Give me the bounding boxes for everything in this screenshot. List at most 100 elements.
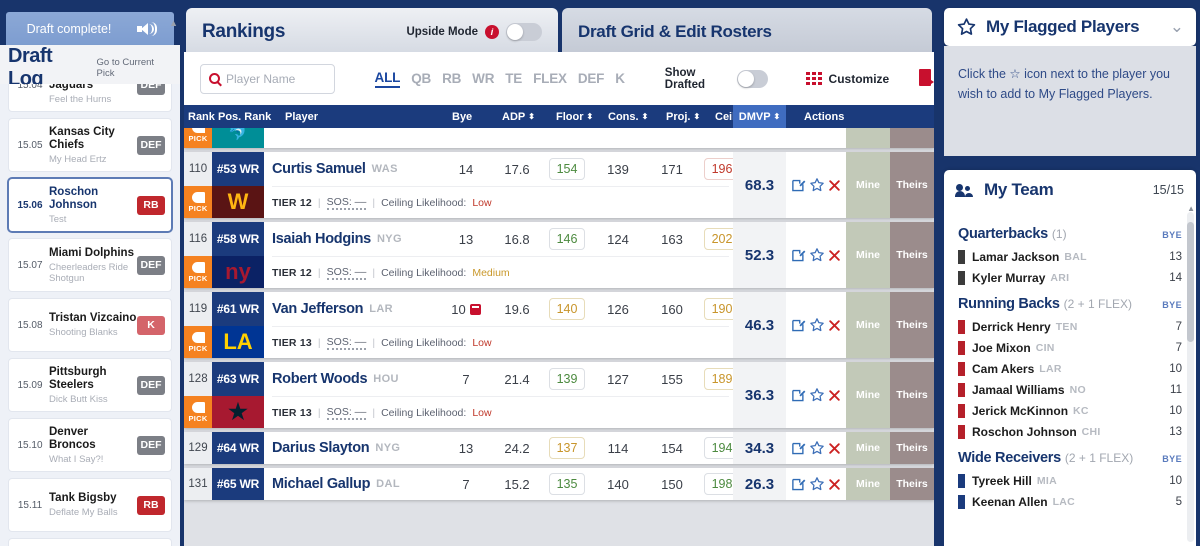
position-filter-rb[interactable]: RB [442,71,461,86]
column-header-floor[interactable]: Floor ⬍ [556,105,593,128]
edit-icon[interactable] [791,388,806,403]
roster-player-row[interactable]: Derrick Henry TEN 7 [958,316,1182,337]
show-drafted-toggle[interactable] [736,69,768,88]
remove-icon[interactable] [828,249,841,262]
theirs-button[interactable]: Theirs [890,432,934,464]
cell-player[interactable]: Robert Woods HOU [272,362,399,396]
pick-marker[interactable]: PICK [184,256,212,288]
theirs-button[interactable]: Theirs [890,292,934,358]
cell-player[interactable]: Van Jefferson LAR [272,292,393,326]
star-icon[interactable] [809,177,825,193]
position-filter-all[interactable]: ALL [374,70,400,88]
cell-player[interactable]: Darius Slayton NYG [272,432,400,464]
upside-mode-control[interactable]: Upside Mode i [406,23,542,41]
star-icon[interactable] [809,317,825,333]
star-icon[interactable] [809,476,825,492]
draft-log-pick[interactable]: 15.05 Kansas City Chiefs My Head Ertz DEF [8,118,172,172]
mine-button[interactable]: Mine [846,432,890,464]
player-name[interactable]: Robert Woods [272,371,368,387]
remove-icon[interactable] [828,179,841,192]
draft-log-scroll-up-icon[interactable]: ▲ [169,18,178,28]
roster-scrollbar[interactable] [1187,212,1194,542]
roster-player-row[interactable]: Jerick McKinnon KC 10 [958,400,1182,421]
go-to-current-pick-link[interactable]: Go to Current Pick [97,57,172,79]
draft-log-pick[interactable]: 15.07 Miami Dolphins Cheerleaders Ride Sho… [8,238,172,292]
cell-actions[interactable] [786,468,846,500]
pick-marker[interactable]: PICK [184,396,212,428]
mine-button[interactable] [846,128,890,148]
player-name[interactable]: Curtis Samuel [272,161,366,177]
column-header-proj[interactable]: Proj. ⬍ [666,105,700,128]
mine-button[interactable]: Mine [846,468,890,500]
position-filter-te[interactable]: TE [505,71,522,86]
customize-button[interactable]: Customize [805,72,889,86]
player-name[interactable]: Michael Gallup [272,476,370,492]
cell-player[interactable]: Curtis Samuel WAS [272,152,398,186]
tab-rankings[interactable]: Rankings Upside Mode i [186,8,558,56]
position-filter-k[interactable]: K [615,71,625,86]
pick-marker[interactable]: PICK [184,326,212,358]
position-filter-wr[interactable]: WR [472,71,494,86]
star-icon[interactable] [809,440,825,456]
draft-log-pick[interactable]: 15.09 Pittsburgh Steelers Dick Butt Kiss DE… [8,358,172,412]
tab-draft-grid[interactable]: Draft Grid & Edit Rosters [562,8,932,56]
cell-actions[interactable] [786,152,846,218]
theirs-button[interactable]: Theirs [890,468,934,500]
draft-log-pick[interactable]: 15.04 Jacksonville Jaguars Feel the Hurns D… [8,84,172,112]
edit-icon[interactable] [791,318,806,333]
position-filter-group[interactable]: ALL QB RB WR TE FLEX DEF K [374,70,625,88]
pick-marker[interactable]: PICK [184,128,212,148]
roster-player-row[interactable]: Jamaal Williams NO 11 [958,379,1182,400]
cell-actions[interactable] [786,362,846,428]
draft-log-list[interactable]: 15.04 Jacksonville Jaguars Feel the Hurns D… [0,84,180,546]
flagged-players-header[interactable]: My Flagged Players ⌄ [944,8,1196,46]
table-row[interactable]: 131 #65 WR Michael Gallup DAL 7 15.2 135 140 150… [184,468,934,500]
remove-icon[interactable] [828,478,841,491]
position-filter-def[interactable]: DEF [578,71,605,86]
upside-mode-toggle[interactable] [506,23,542,41]
rankings-table-body[interactable]: PICK 🐬 110 PICK #53 WR W Curtis Samuel WAS 14 17.… [184,128,934,546]
roster-player-row[interactable]: Tyreek Hill MIA 10 [958,470,1182,491]
remove-icon[interactable] [828,442,841,455]
player-name[interactable]: Isaiah Hodgins [272,231,371,247]
remove-icon[interactable] [828,389,841,402]
table-row[interactable]: 116 PICK #58 WR ny Isaiah Hodgins NYG 13 16.8 14… [184,222,934,288]
mine-button[interactable]: Mine [846,152,890,218]
cell-actions[interactable] [786,292,846,358]
show-drafted-control[interactable]: Show Drafted [665,67,768,91]
cell-player[interactable]: Michael Gallup DAL [272,468,400,500]
column-header-cons[interactable]: Cons. ⬍ [608,105,648,128]
roster-player-row[interactable]: Roschon Johnson CHI 13 [958,421,1182,442]
cell-actions[interactable] [786,222,846,288]
chevron-down-icon[interactable]: ⌄ [1170,17,1184,37]
player-name[interactable]: Van Jefferson [272,301,364,317]
player-name[interactable]: Darius Slayton [272,440,370,456]
table-row[interactable]: 110 PICK #53 WR W Curtis Samuel WAS 14 17.6 154 1… [184,152,934,218]
star-icon[interactable] [809,387,825,403]
search-input-wrapper[interactable]: Player Name [200,63,335,94]
edit-icon[interactable] [791,441,806,456]
info-icon[interactable]: i [485,25,499,39]
search-input[interactable]: Player Name [226,72,295,86]
theirs-button[interactable]: Theirs [890,362,934,428]
roster-player-row[interactable]: Lamar Jackson BAL 13 [958,246,1182,267]
theirs-button[interactable]: Theirs [890,152,934,218]
column-header-adp[interactable]: ADP ⬍ [502,105,535,128]
table-row[interactable]: 119 PICK #61 WR LA Van Jefferson LAR 10 19.6 140… [184,292,934,358]
mine-button[interactable]: Mine [846,222,890,288]
roster-player-row[interactable]: Keenan Allen LAC 5 [958,491,1182,512]
export-file-icon[interactable] [919,69,934,88]
draft-log-pick[interactable]: 15.12Leonard [8,538,172,546]
cell-actions[interactable] [786,432,846,464]
remove-icon[interactable] [828,319,841,332]
cell-player[interactable]: Isaiah Hodgins NYG [272,222,402,256]
speaker-icon[interactable] [137,21,158,36]
table-row[interactable]: 128 PICK #63 WR ★ Robert Woods HOU 7 21.4 139 127… [184,362,934,428]
pick-marker[interactable]: PICK [184,186,212,218]
edit-icon[interactable] [791,178,806,193]
draft-log-pick[interactable]: 15.08 Tristan Vizcaino Shooting Blanks K [8,298,172,352]
theirs-button[interactable] [890,128,934,148]
edit-icon[interactable] [791,477,806,492]
mine-button[interactable]: Mine [846,362,890,428]
roster-player-row[interactable]: Cam Akers LAR 10 [958,358,1182,379]
